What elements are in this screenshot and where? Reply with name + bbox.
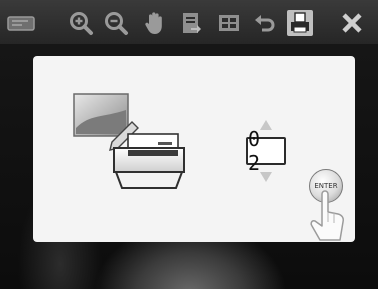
slideshow-icon[interactable]	[6, 10, 40, 36]
viewer-screen: 0 2 ENTER	[0, 0, 378, 289]
hand-pan-icon[interactable]	[142, 10, 168, 36]
close-icon[interactable]	[339, 10, 365, 36]
print-icon[interactable]	[287, 10, 313, 36]
rotate-icon[interactable]	[178, 10, 204, 36]
back-icon[interactable]	[252, 10, 278, 36]
zoom-in-icon[interactable]	[68, 10, 94, 36]
decrease-arrow-icon[interactable]	[259, 171, 273, 183]
index-view-icon[interactable]	[216, 10, 242, 36]
copies-counter[interactable]: 0 2	[246, 127, 286, 175]
photo-printer-icon	[73, 93, 185, 189]
hand-pointer-icon	[310, 190, 344, 241]
toolbar	[0, 0, 378, 44]
zoom-out-icon[interactable]	[103, 10, 129, 36]
